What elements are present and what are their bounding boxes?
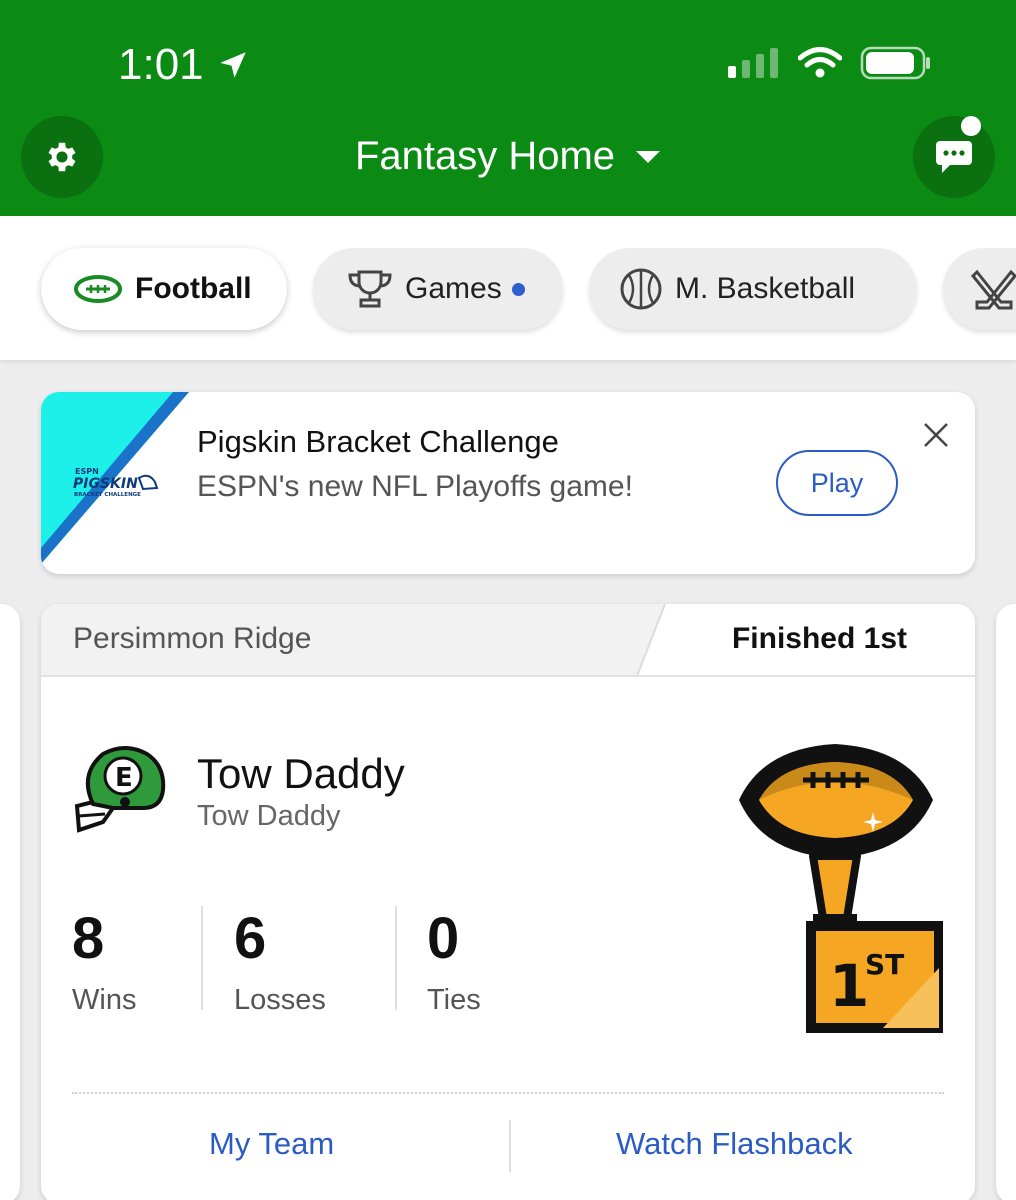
tab-hockey[interactable] <box>943 248 1016 330</box>
link-divider <box>509 1120 511 1172</box>
my-team-link[interactable]: My Team <box>209 1126 334 1162</box>
losses-value: 6 <box>234 906 267 971</box>
tab-mens-basketball-label: M. Basketball <box>675 272 856 305</box>
page-title-text: Fantasy Home <box>354 134 616 178</box>
previous-league-card[interactable] <box>0 604 20 1200</box>
trophy-icon <box>347 269 393 309</box>
ties-value: 0 <box>427 906 460 971</box>
tab-games-label: Games <box>405 272 502 305</box>
games-badge-dot <box>511 282 525 296</box>
watch-flashback-link[interactable]: Watch Flashback <box>616 1126 853 1162</box>
app-header: 1:01 Fantasy Home <box>0 0 1016 216</box>
next-league-card[interactable] <box>996 604 1016 1200</box>
svg-text:E: E <box>115 763 133 793</box>
stat-wins: 8 Wins <box>72 910 136 1017</box>
notification-dot <box>961 116 981 136</box>
stat-divider <box>395 906 397 1010</box>
tab-mens-basketball[interactable]: M. Basketball <box>589 248 917 330</box>
battery-icon <box>860 46 930 80</box>
svg-text:ESPN: ESPN <box>75 467 99 476</box>
status-icons <box>728 46 932 80</box>
location-arrow-icon <box>219 52 246 78</box>
svg-text:ST: ST <box>865 948 904 981</box>
close-promo-button[interactable] <box>919 418 953 452</box>
play-button[interactable]: Play <box>776 450 898 516</box>
chat-bubble-icon <box>936 141 972 173</box>
svg-text:1: 1 <box>829 952 869 1020</box>
sport-tabs: Football Games M. Basketball <box>0 216 1016 360</box>
stat-losses: 6 Losses <box>234 910 326 1017</box>
tab-games[interactable]: Games <box>313 248 563 330</box>
league-finish: Finished 1st <box>731 622 907 655</box>
stat-divider <box>201 906 203 1010</box>
status-time-text: 1:01 <box>118 40 204 89</box>
hockey-sticks-icon <box>971 268 1016 310</box>
tab-football[interactable]: Football <box>41 248 287 330</box>
team-name[interactable]: Tow Daddy <box>197 750 405 798</box>
first-place-trophy-icon: 1 ST <box>733 738 944 1043</box>
stat-ties: 0 Ties <box>427 910 481 1017</box>
wins-value: 8 <box>72 906 105 971</box>
promo-title: Pigskin Bracket Challenge <box>197 424 559 459</box>
ties-label: Ties <box>427 984 481 1016</box>
football-icon <box>73 274 123 304</box>
cellular-signal-icon <box>728 48 778 78</box>
svg-text:PIGSKIN: PIGSKIN <box>73 476 138 492</box>
page-title[interactable]: Fantasy Home <box>0 134 1016 179</box>
league-card: Persimmon Ridge Finished 1st E Tow Daddy… <box>41 604 975 1200</box>
status-time: 1:01 <box>118 40 250 90</box>
tab-football-label: Football <box>135 272 252 305</box>
close-icon <box>924 423 948 447</box>
league-name[interactable]: Persimmon Ridge <box>73 622 311 656</box>
svg-text:BRACKET CHALLENGE: BRACKET CHALLENGE <box>74 492 141 498</box>
pigskin-bracket-logo: ESPN PIGSKIN BRACKET CHALLENGE <box>41 392 201 574</box>
team-logo-helmet: E <box>73 744 173 845</box>
basketball-icon <box>619 267 663 311</box>
league-card-header: Persimmon Ridge Finished 1st <box>41 604 975 677</box>
divider <box>72 1092 944 1094</box>
promo-subtitle: ESPN's new NFL Playoffs game! <box>197 470 633 503</box>
owner-name: Tow Daddy <box>197 800 341 832</box>
divider <box>41 675 975 677</box>
messages-button[interactable] <box>913 116 995 198</box>
wifi-icon <box>798 47 842 78</box>
losses-label: Losses <box>234 984 326 1016</box>
chevron-down-icon <box>636 150 661 163</box>
promo-card[interactable]: ESPN PIGSKIN BRACKET CHALLENGE Pigskin B… <box>41 392 975 574</box>
wins-label: Wins <box>72 984 137 1016</box>
